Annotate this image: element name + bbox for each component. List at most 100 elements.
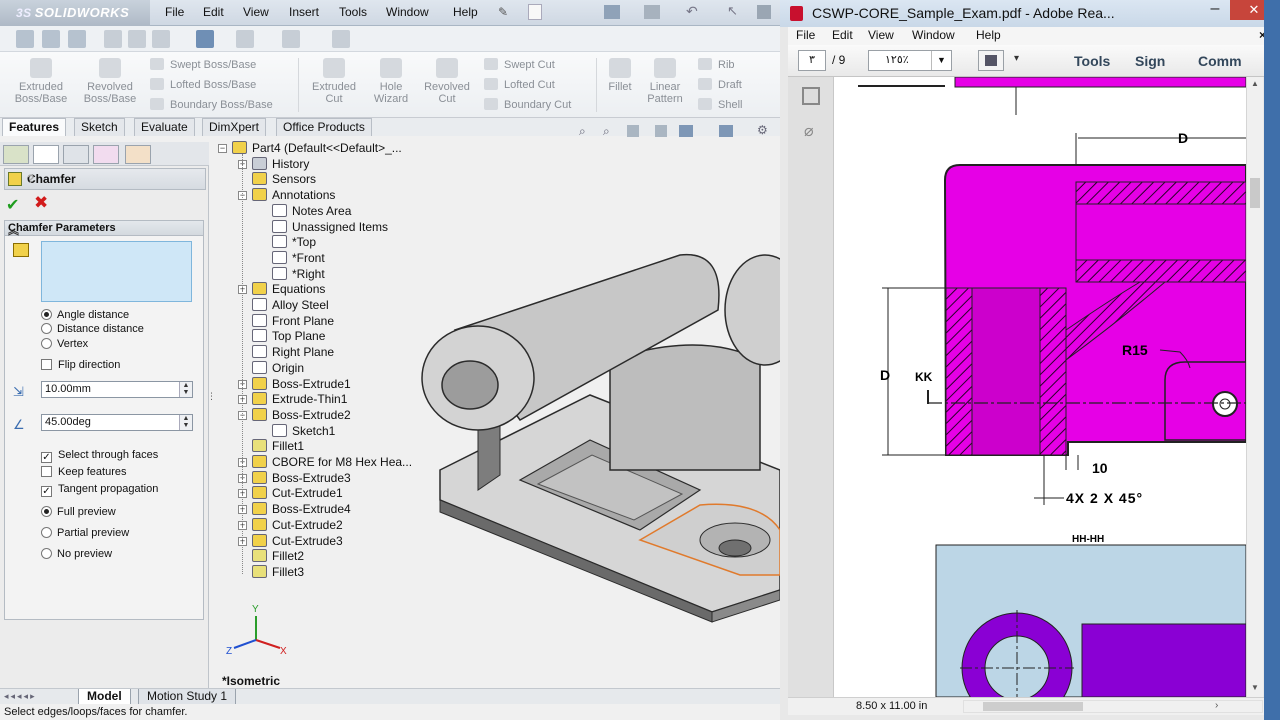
reader-menu-view[interactable]: View (868, 28, 894, 42)
linear-pattern-button[interactable]: Linear Pattern (640, 58, 690, 105)
chamfer-parameters-header[interactable]: Chamfer Parameters ︽ (5, 221, 203, 237)
tab-model[interactable]: Model (78, 689, 131, 705)
menu-file[interactable]: File (165, 5, 184, 19)
zoom-fit-icon[interactable] (16, 30, 34, 48)
tab-sketch[interactable]: Sketch (74, 118, 125, 136)
fit-page-button[interactable] (978, 50, 1004, 71)
view-orientation-icon[interactable] (152, 30, 170, 48)
tree-item[interactable]: − Boss-Extrude2 (238, 407, 351, 423)
new-document-icon[interactable] (528, 4, 542, 20)
feature-manager-tab[interactable] (3, 145, 29, 164)
menu-edit[interactable]: Edit (203, 5, 224, 19)
select-arrow-icon[interactable]: ↖ (727, 3, 738, 19)
tree-item[interactable]: + Extrude-Thin1 (238, 391, 347, 407)
tree-item[interactable]: Unassigned Items (258, 219, 388, 235)
dynamic-annotation-icon[interactable] (128, 30, 146, 48)
tab-motion-study-1[interactable]: Motion Study 1 (138, 689, 237, 705)
tree-item[interactable]: + Boss-Extrude3 (238, 470, 351, 486)
previous-view-icon[interactable] (68, 30, 86, 48)
tab-dimxpert[interactable]: DimXpert (202, 118, 267, 136)
previous-view-icon[interactable] (627, 125, 639, 137)
swept-cut-button[interactable]: Swept Cut (484, 58, 555, 71)
scene-icon[interactable] (332, 30, 350, 48)
swept-boss-base-button[interactable]: Swept Boss/Base (150, 58, 256, 71)
reader-menu-window[interactable]: Window (912, 28, 955, 42)
tab-scroll-icons[interactable]: ◂◂◂◂▸ (4, 691, 37, 702)
distance-distance-radio[interactable]: Distance distance (41, 323, 144, 335)
central-boss[interactable] (609, 344, 761, 471)
tree-item[interactable]: − Part4 (Default<<Default>_... (218, 140, 402, 156)
fillet-button[interactable]: Fillet (600, 58, 640, 93)
dome-boss[interactable] (724, 254, 780, 366)
minimize-button[interactable]: – (1202, 0, 1228, 20)
select-through-faces-checkbox[interactable]: ✓ Select through faces (41, 449, 158, 463)
display-style-icon[interactable] (196, 30, 214, 48)
vertical-scrollbar[interactable]: ▲ ▼ (1246, 77, 1263, 697)
tree-item[interactable]: Top Plane (238, 328, 325, 344)
tools-button[interactable]: Tools (1074, 53, 1110, 69)
undo-icon[interactable]: ↶ (686, 3, 698, 20)
tree-item[interactable]: *Front (258, 250, 325, 266)
chevron-down-icon[interactable]: ▼ (931, 51, 951, 70)
cancel-x-icon[interactable]: ✖ (34, 193, 48, 213)
attachments-icon[interactable]: ⌀ (804, 121, 814, 141)
tree-item[interactable]: + Cut-Extrude1 (238, 485, 343, 501)
pdf-page[interactable]: D R15 D KK 10 4X 2 X 45° HH-HH (834, 77, 1246, 697)
tree-item[interactable]: Notes Area (258, 203, 351, 219)
tree-item[interactable]: Right Plane (238, 344, 334, 360)
through-hole[interactable] (718, 539, 752, 557)
zoom-area-icon[interactable] (42, 30, 60, 48)
zoom-select[interactable]: ١٢٥٪ ▼ (868, 50, 952, 71)
save-icon[interactable] (604, 5, 620, 19)
tree-item[interactable]: + Boss-Extrude1 (238, 376, 351, 392)
print-icon[interactable] (644, 5, 660, 19)
partial-preview-radio[interactable]: Partial preview (41, 527, 129, 539)
tree-item[interactable]: + Equations (238, 281, 325, 297)
rib-button[interactable]: Rib (698, 58, 735, 71)
solidworks-logo[interactable]: 3S SOLIDWORKS (0, 0, 150, 26)
menu-insert[interactable]: Insert (289, 5, 319, 19)
angle-distance-radio[interactable]: Angle distance (41, 309, 129, 321)
section-view-icon[interactable] (104, 30, 122, 48)
tab-evaluate[interactable]: Evaluate (134, 118, 195, 136)
full-preview-radio[interactable]: Full preview (41, 506, 116, 518)
reader-menu-help[interactable]: Help (976, 28, 1001, 42)
lofted-cut-button[interactable]: Lofted Cut (484, 78, 555, 91)
reader-menu-file[interactable]: File (796, 28, 815, 42)
display-style-icon[interactable] (719, 125, 733, 137)
comment-button[interactable]: Comm (1198, 53, 1242, 69)
tree-item[interactable]: + Boss-Extrude4 (238, 501, 351, 517)
menu-tools[interactable]: Tools (339, 5, 367, 19)
page-number-input[interactable]: ٣ (798, 50, 826, 71)
revolved-cut-button[interactable]: Revolved Cut (418, 58, 476, 105)
view-orientation-icon[interactable] (679, 125, 693, 137)
section-view-icon[interactable] (655, 125, 667, 137)
view-settings-icon[interactable]: ⚙ (757, 123, 768, 137)
scroll-up-icon[interactable]: ▲ (1251, 79, 1259, 88)
tree-item[interactable]: + Cut-Extrude3 (238, 533, 343, 549)
tree-item[interactable]: Origin (238, 360, 304, 376)
tree-item[interactable]: Fillet3 (238, 564, 304, 580)
pin-icon[interactable]: ✎ (498, 5, 508, 19)
vertical-scroll-thumb[interactable] (1250, 178, 1260, 208)
tree-item[interactable]: *Top (258, 234, 316, 250)
tree-item[interactable]: + CBORE for M8 Hex Hea... (238, 454, 412, 470)
extruded-boss-base-button[interactable]: Extruded Boss/Base (12, 58, 70, 105)
appearance-icon[interactable] (282, 30, 300, 48)
tree-item[interactable]: + History (238, 156, 309, 172)
zoom-to-fit-icon[interactable]: ⌕ (579, 124, 586, 139)
help-icon[interactable]: ? (27, 172, 199, 186)
tree-item[interactable]: Fillet2 (238, 548, 304, 564)
menu-help[interactable]: Help (453, 5, 478, 19)
hole-wizard-button[interactable]: Hole Wizard (366, 58, 416, 105)
page-thumbnails-icon[interactable] (802, 87, 820, 105)
scroll-down-icon[interactable]: ▼ (1251, 683, 1259, 692)
extruded-cut-button[interactable]: Extruded Cut (304, 58, 364, 105)
boundary-boss-base-button[interactable]: Boundary Boss/Base (150, 98, 273, 111)
tree-item[interactable]: Fillet1 (238, 438, 304, 454)
shell-button[interactable]: Shell (698, 98, 742, 111)
draft-button[interactable]: Draft (698, 78, 742, 91)
horizontal-scroll-thumb[interactable] (983, 702, 1083, 711)
tangent-propagation-checkbox[interactable]: ✓ Tangent propagation (41, 483, 158, 497)
tree-item[interactable]: Sketch1 (258, 423, 335, 439)
